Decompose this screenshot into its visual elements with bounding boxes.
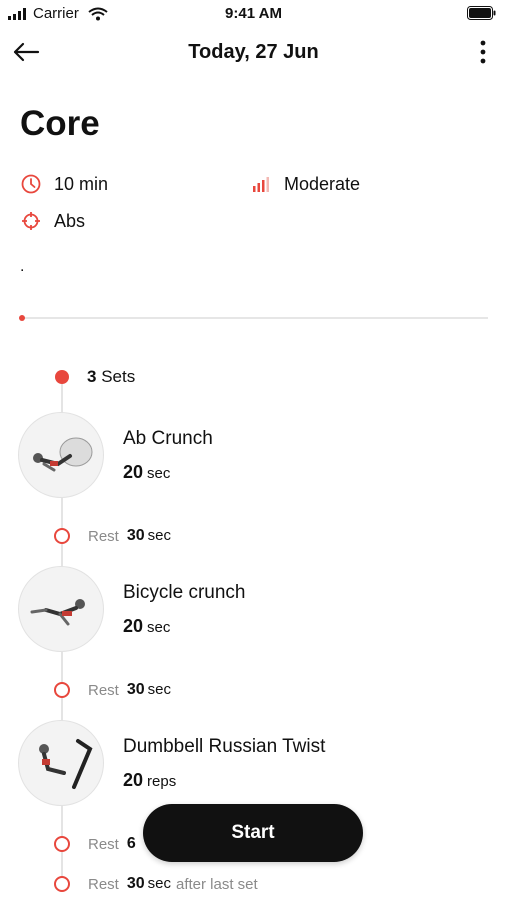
duration-meta: 10 min <box>20 173 108 195</box>
rest-value: 6 <box>126 835 136 852</box>
more-button[interactable] <box>471 38 495 66</box>
exercise-amount: 20 sec <box>123 616 170 637</box>
exercise-amount: 20 reps <box>123 770 176 791</box>
difficulty-meta: Moderate <box>250 173 360 195</box>
rest-unit: sec <box>147 681 171 698</box>
exercise-amount-value: 20 <box>123 462 144 482</box>
rest-value: 30 <box>126 681 145 698</box>
rest-label: Rest <box>88 875 119 893</box>
rest-label: Rest <box>88 527 119 545</box>
russian-twist-illustration-icon <box>39 739 93 789</box>
sets-label: Sets <box>101 367 136 386</box>
rest-unit: sec <box>147 875 171 892</box>
workout-description: . <box>20 258 25 275</box>
difficulty-bars-icon <box>250 173 272 195</box>
sets-marker <box>55 370 69 384</box>
status-bar: Carrier 9:41 AM <box>0 0 507 26</box>
sets-count: 3 <box>87 367 97 386</box>
page-title: Today, 27 Jun <box>188 41 319 63</box>
workout-title: Core <box>20 104 100 143</box>
progress-indicator <box>19 315 25 321</box>
rest-row: Rest 30 sec <box>54 527 171 545</box>
exercise-amount-value: 20 <box>123 616 144 636</box>
rest-marker <box>54 528 70 544</box>
exercise-amount-unit: sec <box>147 619 171 636</box>
start-button[interactable]: Start <box>143 804 363 862</box>
exercise-name[interactable]: Dumbbell Russian Twist <box>123 736 325 758</box>
rest-marker <box>54 876 70 892</box>
exercise-thumbnail[interactable] <box>18 720 104 806</box>
more-vertical-icon <box>480 40 486 64</box>
exercise-amount-value: 20 <box>123 770 144 790</box>
rest-suffix: after last set <box>175 875 258 893</box>
bicycle-crunch-illustration-icon <box>30 599 85 626</box>
exercise-amount: 20 sec <box>123 462 170 483</box>
target-text: Abs <box>54 210 86 231</box>
rest-row-final: Rest 30 sec after last set <box>54 875 258 893</box>
exercise-amount-unit: sec <box>147 465 171 482</box>
target-meta: Abs <box>20 210 85 232</box>
exercise-name[interactable]: Ab Crunch <box>123 428 213 450</box>
exercise-thumbnail[interactable] <box>18 412 104 498</box>
exercise-amount-unit: reps <box>147 773 177 790</box>
rest-row: Rest 30 sec <box>54 681 171 699</box>
rest-label: Rest <box>88 681 119 699</box>
difficulty-text: Moderate <box>284 173 361 194</box>
rest-marker <box>54 836 70 852</box>
duration-text: 10 min <box>54 173 109 194</box>
rest-row: Rest 6 <box>54 835 139 853</box>
crosshair-icon <box>20 210 42 232</box>
rest-value: 30 <box>126 875 145 892</box>
status-time: 9:41 AM <box>225 5 282 22</box>
rest-marker <box>54 682 70 698</box>
exercise-thumbnail[interactable] <box>18 566 104 652</box>
rest-unit: sec <box>147 527 171 544</box>
rest-value: 30 <box>126 527 145 544</box>
rest-label: Rest <box>88 835 119 853</box>
ab-crunch-illustration-icon <box>33 437 93 472</box>
clock-icon <box>20 173 42 195</box>
exercise-name[interactable]: Bicycle crunch <box>123 582 246 604</box>
progress-track <box>22 317 488 319</box>
nav-bar: Today, 27 Jun <box>0 30 507 74</box>
sets-header: 3 Sets <box>55 367 135 387</box>
battery-icon <box>467 6 497 24</box>
